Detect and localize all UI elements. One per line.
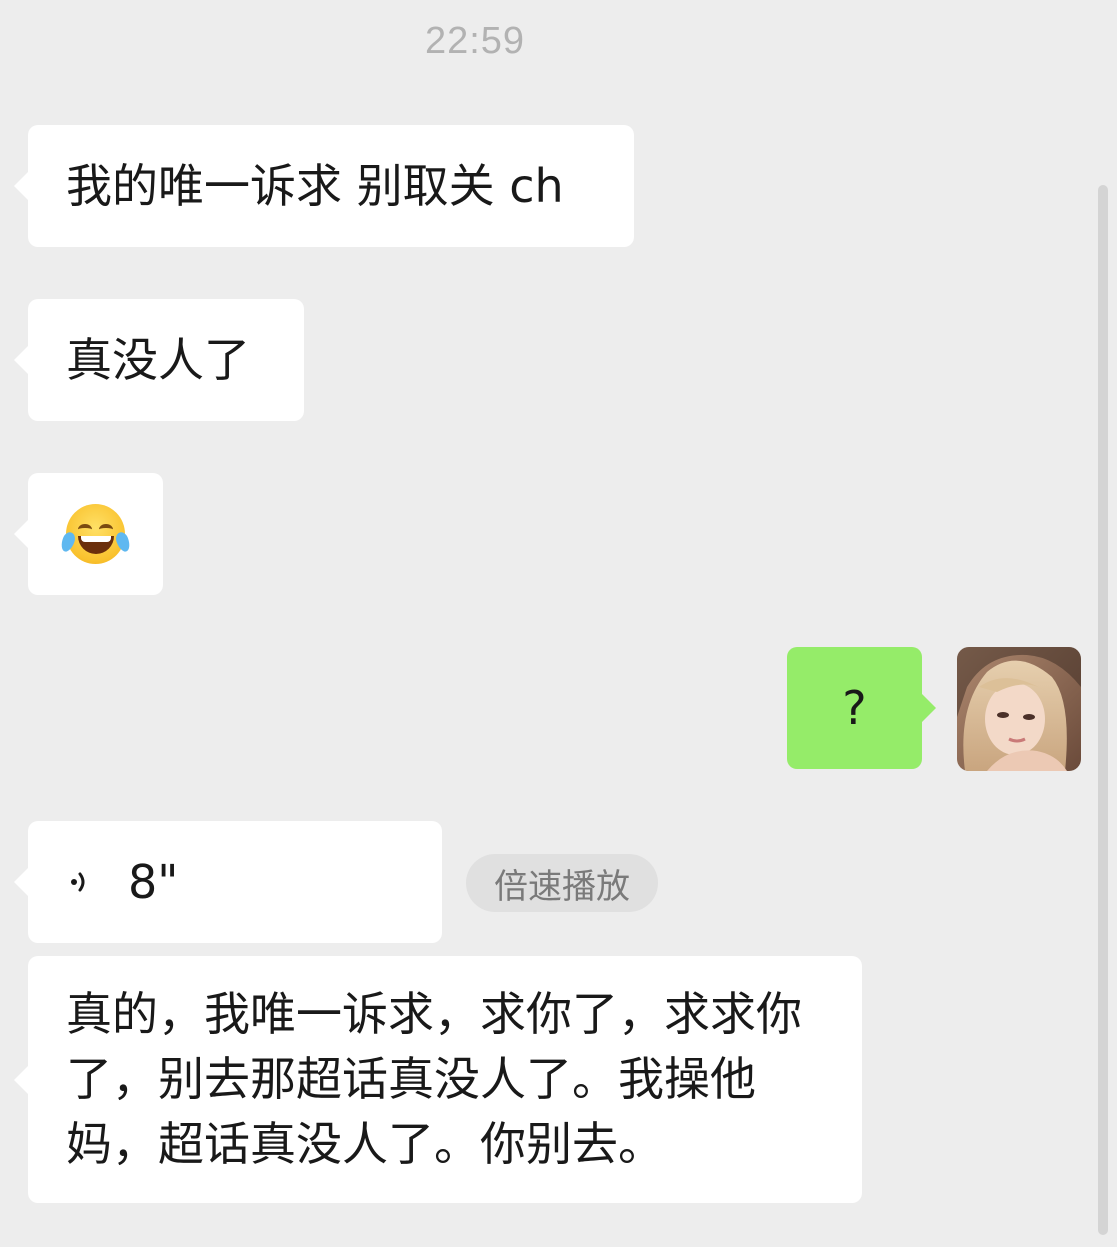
scrollbar[interactable] — [1098, 185, 1108, 1235]
message-text: 我的唯一诉求 别取关 ch — [66, 158, 564, 213]
message-text: 真的，我唯一诉求，求你了，求求你了，别去那超话真没人了。我操他妈，超话真没人了。… — [66, 987, 802, 1171]
incoming-message-bubble[interactable]: 真的，我唯一诉求，求你了，求求你了，别去那超话真没人了。我操他妈，超话真没人了。… — [14, 956, 862, 1203]
incoming-emoji-bubble[interactable] — [14, 473, 163, 595]
incoming-message-bubble[interactable]: 我的唯一诉求 别取关 ch — [14, 125, 634, 247]
incoming-message-bubble[interactable]: 真没人了 — [14, 299, 304, 421]
tears-of-joy-emoji-icon — [58, 504, 133, 564]
voice-duration: 8" — [128, 854, 179, 909]
message-timestamp: 22:59 — [424, 20, 526, 62]
voice-wave-icon — [66, 862, 106, 902]
user-avatar[interactable] — [957, 647, 1081, 771]
incoming-voice-message[interactable]: 8" — [14, 821, 442, 943]
playback-speed-button[interactable]: 倍速播放 — [466, 854, 658, 912]
outgoing-message-bubble[interactable]: ? — [787, 647, 936, 769]
message-text: 真没人了 — [66, 332, 250, 387]
message-text: ? — [842, 680, 867, 735]
